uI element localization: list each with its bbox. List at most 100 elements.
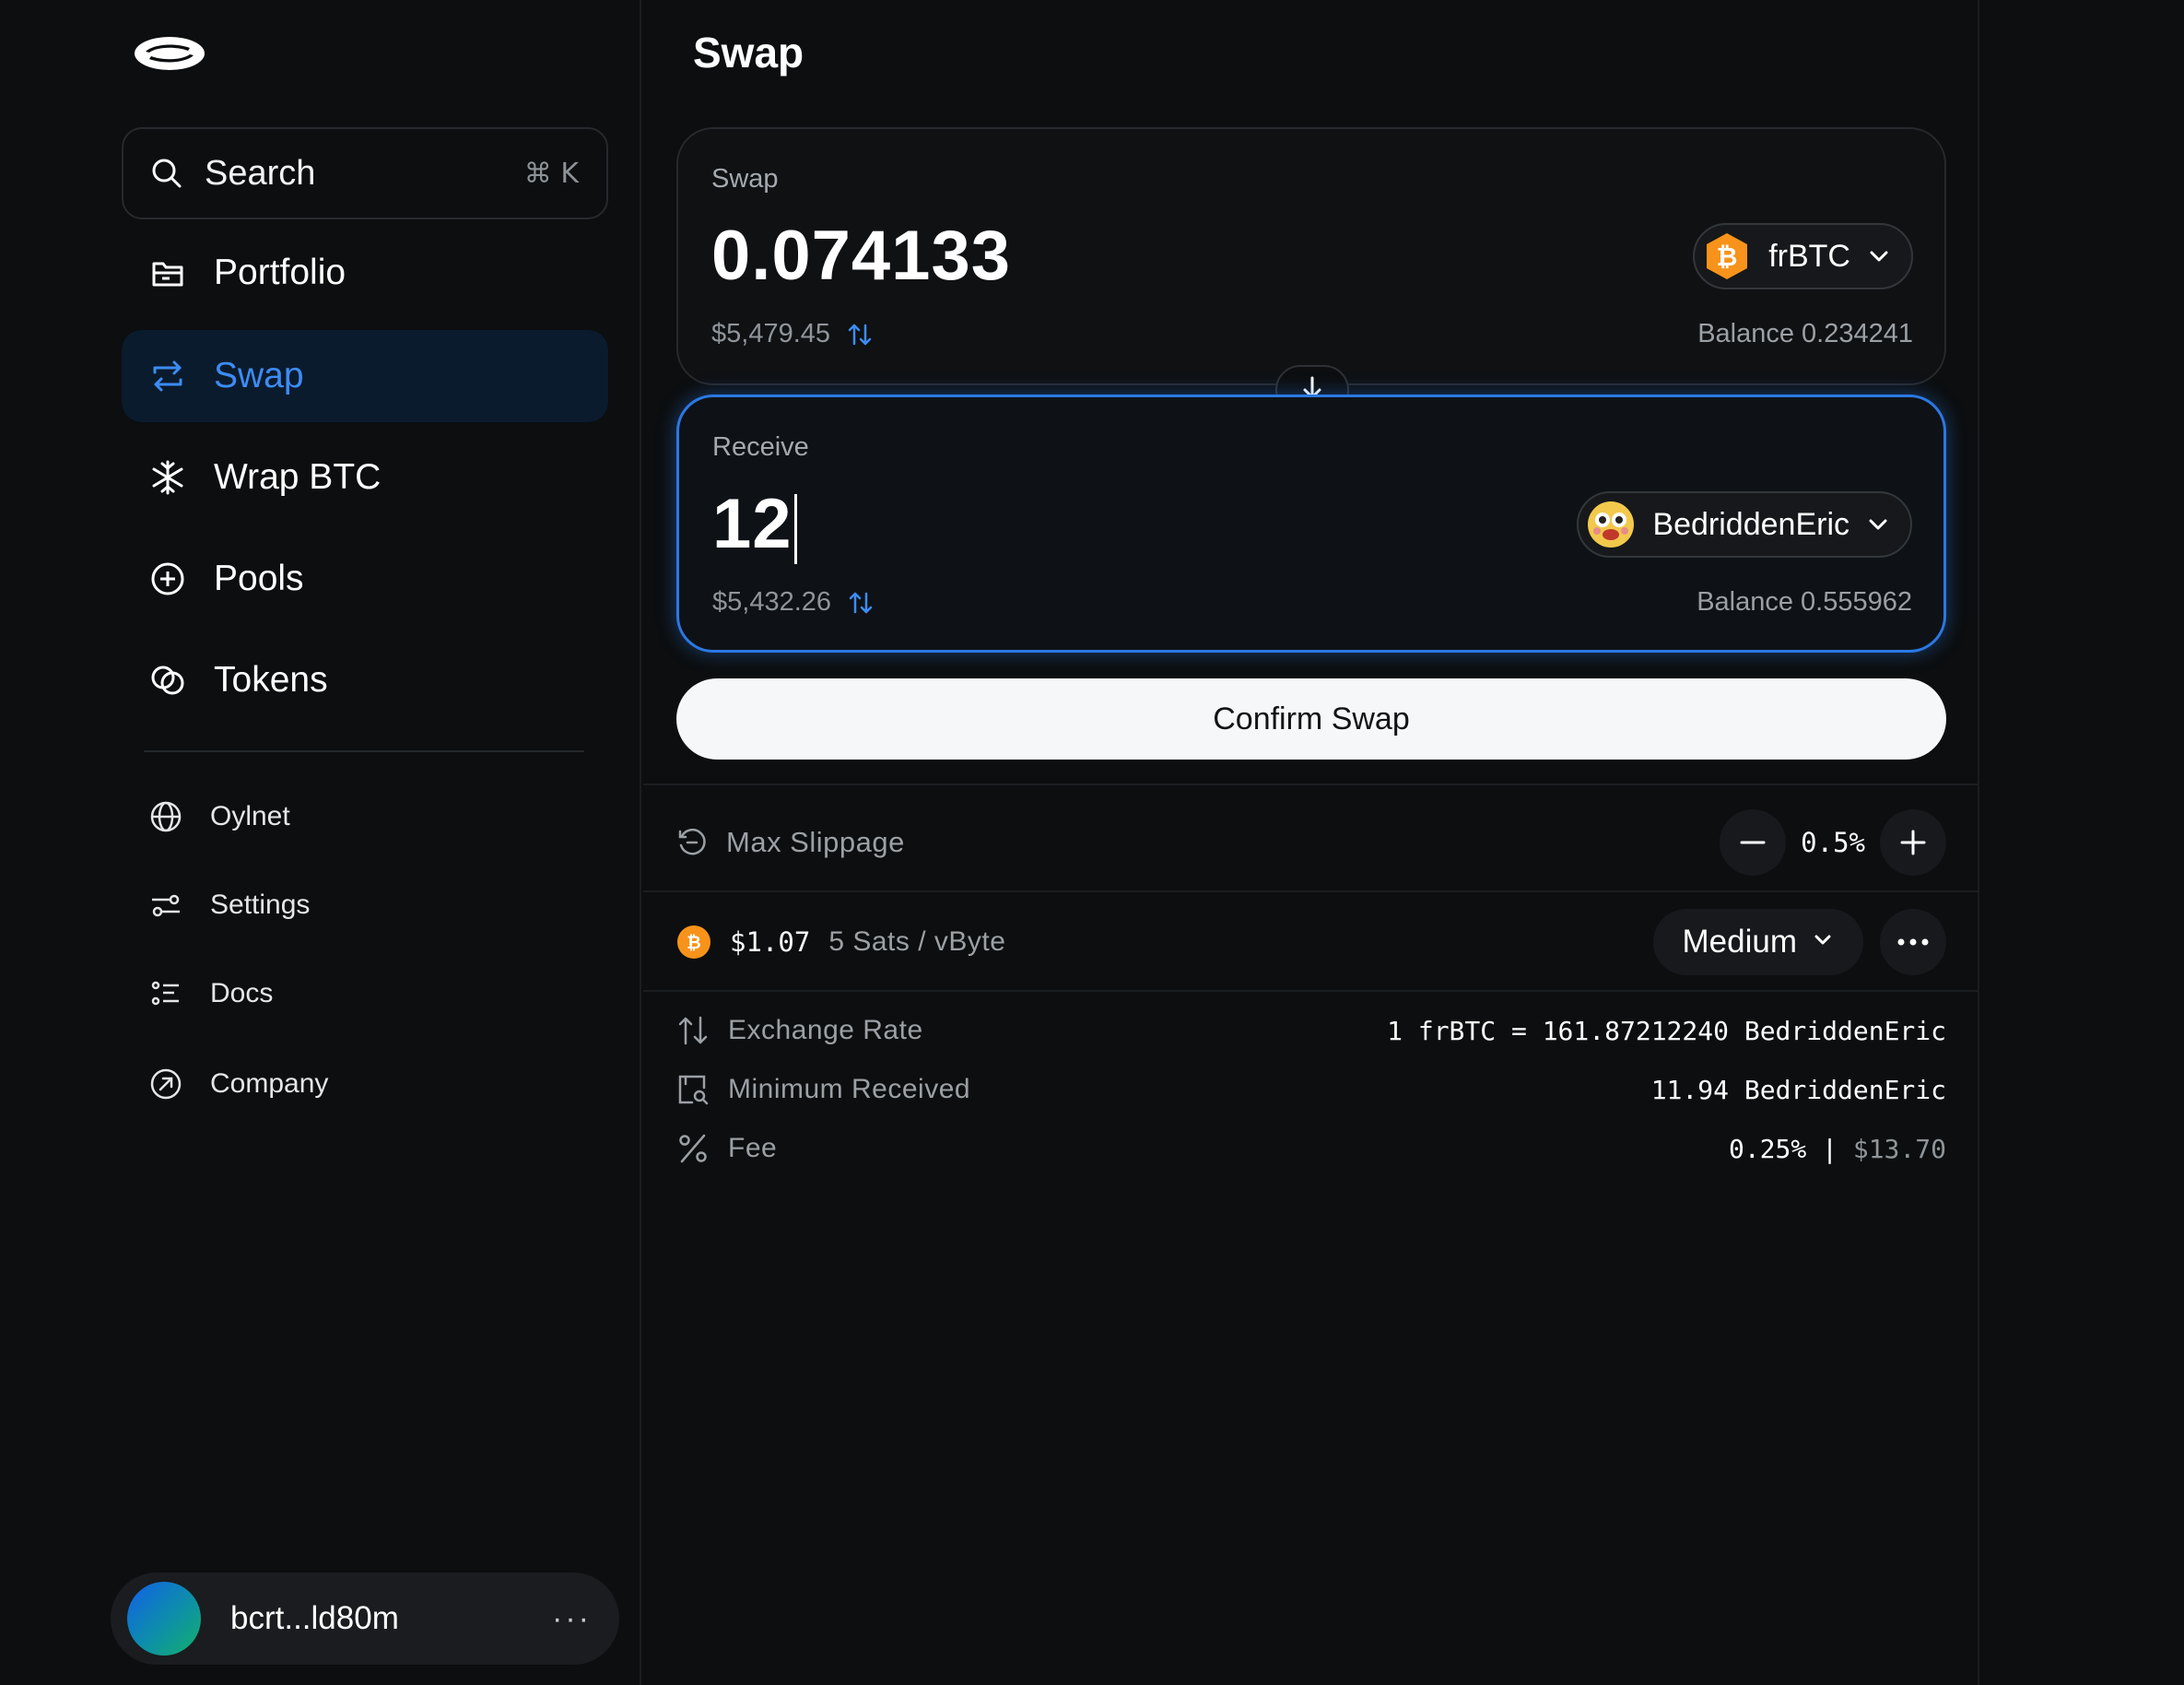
sidebar-item-label: Pools — [214, 559, 304, 598]
sidebar-item-swap[interactable]: Swap — [122, 330, 608, 422]
svg-text:₿: ₿ — [687, 933, 700, 953]
receive-token-selector[interactable]: BedriddenEric — [1577, 491, 1912, 558]
minimum-received-value: 11.94 BedriddenEric — [1650, 1074, 1946, 1105]
sidebar-item-label: Tokens — [214, 660, 328, 700]
sidebar-item-wrap-btc[interactable]: Wrap BTC — [122, 431, 608, 524]
page-title: Swap — [693, 29, 804, 77]
toggle-currency-icon[interactable] — [848, 590, 874, 616]
receive-amount-input[interactable]: 12 — [712, 484, 797, 564]
swap-arrows-icon — [149, 358, 186, 395]
confirm-swap-button[interactable]: Confirm Swap — [676, 678, 1946, 760]
avatar — [127, 1582, 201, 1656]
search-box[interactable]: Search ⌘ K — [122, 127, 608, 219]
section-divider — [643, 890, 1979, 892]
token-avatar-icon — [1586, 500, 1636, 549]
fee-usd: $13.70 — [1852, 1133, 1946, 1164]
fee-row: Fee 0.25% | $13.70 — [676, 1121, 1946, 1176]
chevron-down-icon — [1867, 244, 1891, 268]
receive-balance: Balance 0.555962 — [1697, 587, 1912, 617]
exchange-rate-label: Exchange Rate — [728, 1015, 923, 1045]
sidebar-item-label: Wrap BTC — [214, 457, 382, 497]
sidebar: Search ⌘ K Portfolio Swap Wrap BTC Pools… — [0, 0, 641, 1685]
sidebar-item-label: Oylnet — [210, 801, 290, 831]
fee-separator: | — [1822, 1133, 1838, 1164]
minimum-received-row: Minimum Received 11.94 BedriddenEric — [676, 1062, 1946, 1117]
network-fee-usd: $1.07 — [730, 926, 811, 958]
fee-label: Fee — [728, 1133, 778, 1163]
exchange-arrows-icon — [676, 1014, 710, 1047]
more-options-icon[interactable]: ··· — [552, 1601, 603, 1637]
search-icon — [151, 158, 182, 189]
slippage-value: 0.5% — [1801, 827, 1865, 858]
bitcoin-icon: ₿ — [676, 925, 711, 960]
receive-usd-row: $5,432.26 — [712, 587, 874, 618]
section-divider — [643, 990, 1979, 992]
swap-token-selector[interactable]: ₿ frBTC — [1693, 223, 1913, 289]
swap-caption: Swap — [711, 164, 779, 194]
swap-amount-input[interactable]: 0.074133 — [711, 216, 1011, 296]
search-label: Search — [205, 153, 316, 193]
globe-icon — [149, 800, 182, 833]
list-icon — [149, 977, 182, 1010]
swap-balance: Balance 0.234241 — [1697, 319, 1913, 348]
sidebar-item-company[interactable]: Company — [122, 1047, 608, 1121]
app-logo-icon[interactable] — [133, 33, 206, 74]
chevron-down-icon — [1812, 929, 1834, 956]
sidebar-item-portfolio[interactable]: Portfolio — [122, 227, 608, 319]
sidebar-item-label: Portfolio — [214, 253, 346, 292]
network-fee-row: ₿ $1.07 5 Sats / vByte Medium — [676, 909, 1946, 975]
sidebar-item-label: Company — [210, 1068, 329, 1099]
app-root: Search ⌘ K Portfolio Swap Wrap BTC Pools… — [0, 0, 2184, 1685]
swap-token-name: frBTC — [1768, 238, 1850, 274]
exchange-rate-row: Exchange Rate 1 frBTC = 161.87212240 Bed… — [676, 1003, 1946, 1058]
receive-usd-value: $5,432.26 — [712, 587, 832, 617]
max-slippage-label: Max Slippage — [726, 826, 905, 858]
plus-circle-icon — [149, 560, 186, 597]
tokens-icon — [149, 662, 186, 699]
network-fee-rate: 5 Sats / vByte — [828, 926, 1006, 957]
sidebar-divider — [144, 750, 584, 752]
sidebar-item-tokens[interactable]: Tokens — [122, 634, 608, 726]
swap-input-card: Swap 0.074133 $5,479.45 Balance 0.234241… — [676, 127, 1946, 385]
percent-icon — [676, 1132, 710, 1165]
fee-speed-dropdown[interactable]: Medium — [1652, 909, 1863, 975]
receive-caption: Receive — [712, 432, 809, 462]
svg-text:₿: ₿ — [1717, 242, 1738, 272]
receive-amount-value: 12 — [712, 485, 793, 563]
increase-slippage-button[interactable] — [1880, 809, 1946, 876]
sidebar-item-label: Docs — [210, 978, 274, 1008]
search-shortcut: ⌘ K — [523, 157, 579, 190]
portfolio-icon — [149, 254, 186, 291]
snowflake-icon — [149, 459, 186, 496]
sidebar-item-pools[interactable]: Pools — [122, 533, 608, 625]
fee-value: 0.25% | $13.70 — [1729, 1134, 1946, 1164]
fee-percent: 0.25% — [1728, 1133, 1807, 1164]
history-icon — [676, 827, 708, 858]
arrow-circle-icon — [149, 1067, 182, 1101]
account-pill[interactable]: bcrt...ld80m ··· — [111, 1573, 619, 1665]
main-panel: Swap Swap 0.074133 $5,479.45 Balance 0.2… — [643, 0, 1979, 1685]
minimum-received-label: Minimum Received — [728, 1074, 971, 1104]
sidebar-item-settings[interactable]: Settings — [122, 868, 608, 942]
sidebar-item-oylnet[interactable]: Oylnet — [122, 780, 608, 854]
receipt-search-icon — [676, 1073, 710, 1106]
text-cursor — [793, 493, 797, 564]
wallet-address: bcrt...ld80m — [230, 1600, 399, 1636]
fee-speed-label: Medium — [1682, 924, 1797, 960]
sidebar-item-label: Settings — [210, 890, 311, 920]
swap-usd-row: $5,479.45 — [711, 319, 873, 349]
toggle-currency-icon[interactable] — [847, 322, 873, 348]
fee-more-options-button[interactable] — [1880, 909, 1946, 975]
swap-usd-value: $5,479.45 — [711, 319, 831, 348]
sliders-icon — [149, 889, 182, 922]
decrease-slippage-button[interactable] — [1720, 809, 1787, 876]
bitcoin-icon: ₿ — [1702, 231, 1752, 281]
exchange-rate-value: 1 frBTC = 161.87212240 BedriddenEric — [1387, 1015, 1946, 1046]
chevron-down-icon — [1866, 513, 1890, 536]
max-slippage-row: Max Slippage 0.5% — [676, 809, 1946, 876]
sidebar-item-label: Swap — [214, 356, 304, 395]
receive-token-name: BedriddenEric — [1652, 506, 1849, 542]
sidebar-item-docs[interactable]: Docs — [122, 957, 608, 1031]
receive-card: Receive 12 $5,432.26 Balance 0.555962 Be… — [676, 395, 1946, 653]
right-gutter — [1979, 0, 2184, 1685]
